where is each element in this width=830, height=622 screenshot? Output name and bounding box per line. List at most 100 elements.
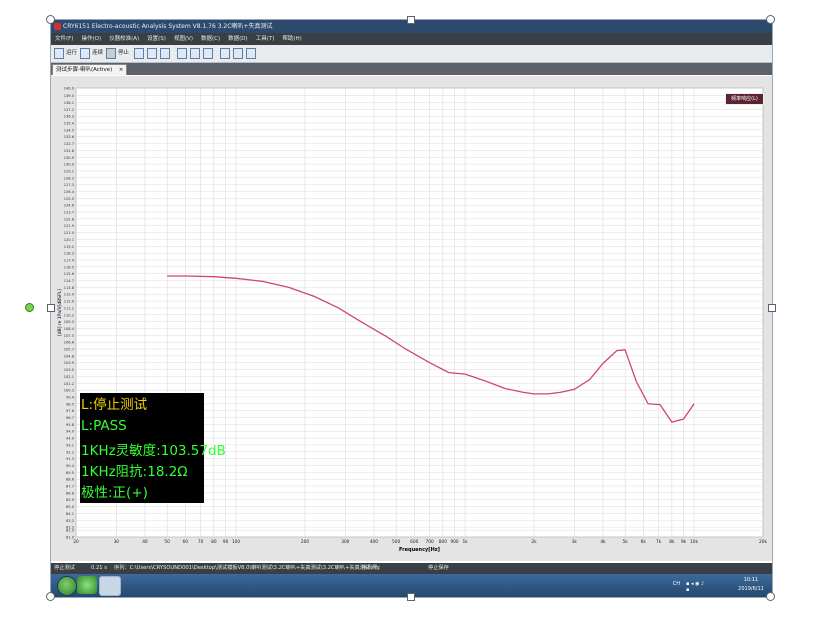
y-tick-label: 132.7 [64, 142, 74, 146]
y-tick-label: 90.4 [66, 464, 75, 468]
y-tick-label: 81.0 [66, 536, 75, 540]
result-impedance: 1KHz阻抗:18.2Ω [81, 464, 188, 480]
y-tick-label: 116.5 [64, 265, 74, 269]
x-tick-label: 200 [301, 539, 309, 545]
y-tick-label: 140.0 [64, 87, 75, 91]
x-tick-label: 50 [164, 539, 170, 545]
y-tick-label: 133.6 [64, 135, 75, 139]
x-tick-label: 80 [211, 539, 217, 545]
y-tick-label: 91.3 [66, 457, 74, 461]
x-tick-label: 600 [410, 539, 418, 545]
y-tick-label: 123.7 [64, 211, 74, 215]
y-tick-label: 96.7 [66, 416, 74, 420]
x-tick-label: 300 [341, 539, 349, 545]
y-tick-label: 134.5 [64, 128, 74, 132]
resize-handle-bottom[interactable] [407, 593, 415, 601]
y-tick-label: 135.4 [64, 122, 75, 126]
y-tick-label: 110.2 [64, 313, 74, 317]
y-tick-label: 114.7 [64, 279, 74, 283]
result-panel: L:停止测试 L:PASS 1KHz灵敏度:103.57dB 1KHz阻抗:18… [80, 393, 226, 503]
y-tick-label: 113.8 [64, 286, 75, 290]
resize-handle-right[interactable] [768, 304, 776, 312]
y-tick-label: 131.8 [64, 149, 75, 153]
x-tick-label: 100 [232, 539, 240, 545]
x-tick-label: 40 [142, 539, 148, 545]
y-tick-label: 92.2 [66, 450, 74, 454]
y-tick-label: 128.2 [64, 176, 74, 180]
resize-handle-top-left[interactable] [46, 15, 55, 24]
y-tick-label: 94.9 [66, 430, 75, 434]
y-tick-label: 97.6 [66, 409, 75, 413]
resize-handle-bottom-right[interactable] [766, 592, 775, 601]
result-polarity: 极性:正(+) [81, 485, 148, 501]
y-tick-label: 82.3 [66, 526, 74, 530]
y-tick-label: 99.4 [66, 395, 75, 399]
resize-handle-bottom-left[interactable] [46, 592, 55, 601]
x-tick-label: 5k [623, 539, 629, 545]
y-tick-label: 106.6 [64, 341, 75, 345]
y-tick-label: 127.3 [64, 183, 74, 187]
y-tick-label: 121.0 [64, 231, 75, 235]
y-tick-label: 136.3 [64, 115, 74, 119]
x-tick-label: 9k [681, 539, 687, 545]
x-tick-label: 6k [641, 539, 647, 545]
resize-handle-top[interactable] [407, 16, 415, 24]
x-tick-label: 8k [669, 539, 675, 545]
y-tick-label: 112.9 [64, 293, 75, 297]
y-tick-label: 120.1 [64, 238, 74, 242]
y-tick-label: 104.8 [64, 354, 75, 358]
y-tick-label: 85.0 [66, 505, 75, 509]
x-tick-label: 3k [572, 539, 578, 545]
y-tick-label: 108.4 [64, 327, 75, 331]
y-tick-label: 124.6 [64, 204, 75, 208]
x-tick-label: 1k [462, 539, 468, 545]
y-tick-label: 83.2 [66, 519, 74, 523]
rotate-handle[interactable] [25, 303, 34, 312]
y-tick-label: 107.5 [64, 334, 74, 338]
x-tick-label: 7k [656, 539, 662, 545]
y-tick-label: 105.7 [64, 348, 74, 352]
y-tick-label: 115.6 [64, 272, 75, 276]
x-tick-label: 4k [600, 539, 606, 545]
resize-handle-left[interactable] [47, 304, 55, 312]
x-axis-label: Frequency[Hz] [399, 547, 440, 553]
y-tick-label: 88.6 [66, 478, 75, 482]
y-tick-label: 103.0 [64, 368, 75, 372]
y-tick-label: 100.3 [64, 389, 74, 393]
y-tick-label: 118.3 [64, 252, 74, 256]
y-tick-label: 89.5 [66, 471, 74, 475]
resize-handle-top-right[interactable] [766, 15, 775, 24]
x-tick-label: 700 [425, 539, 433, 545]
y-tick-label: 119.2 [64, 245, 74, 249]
frequency-response-chart: 81.081.982.383.284.185.085.986.887.788.6… [57, 87, 767, 554]
x-tick-label: 10k [690, 539, 698, 545]
y-tick-label: 98.5 [66, 402, 74, 406]
y-tick-label: 93.1 [66, 443, 74, 447]
y-tick-label: 102.1 [64, 375, 74, 379]
y-tick-label: 111.1 [64, 306, 74, 310]
x-tick-label: 800 [439, 539, 447, 545]
y-tick-label: 139.0 [64, 94, 75, 98]
x-tick-label: 30 [114, 539, 120, 545]
y-tick-label: 137.2 [64, 108, 74, 112]
x-tick-label: 20 [73, 539, 79, 545]
x-tick-label: 400 [370, 539, 378, 545]
x-tick-label: 2k [531, 539, 537, 545]
y-axis-label: [dB] re 1Pa/V[dBSPL] [57, 289, 63, 336]
y-tick-label: 125.5 [64, 197, 74, 201]
y-tick-label: 95.8 [66, 423, 75, 427]
y-tick-label: 109.3 [64, 320, 74, 324]
result-status: L:停止测试 [81, 397, 148, 413]
x-tick-label: 70 [198, 539, 204, 545]
legend-item[interactable]: 频率响应(L) [725, 93, 764, 105]
x-tick-label: 500 [392, 539, 400, 545]
y-tick-label: 86.8 [66, 491, 75, 495]
y-tick-label: 130.9 [64, 156, 75, 160]
x-tick-label: 20k [759, 539, 767, 545]
result-pass: L:PASS [81, 418, 127, 434]
y-tick-label: 87.7 [66, 485, 74, 489]
y-tick-label: 122.8 [64, 217, 75, 221]
y-tick-label: 129.1 [64, 169, 74, 173]
x-tick-label: 90 [223, 539, 229, 545]
y-tick-label: 130.0 [64, 163, 75, 167]
